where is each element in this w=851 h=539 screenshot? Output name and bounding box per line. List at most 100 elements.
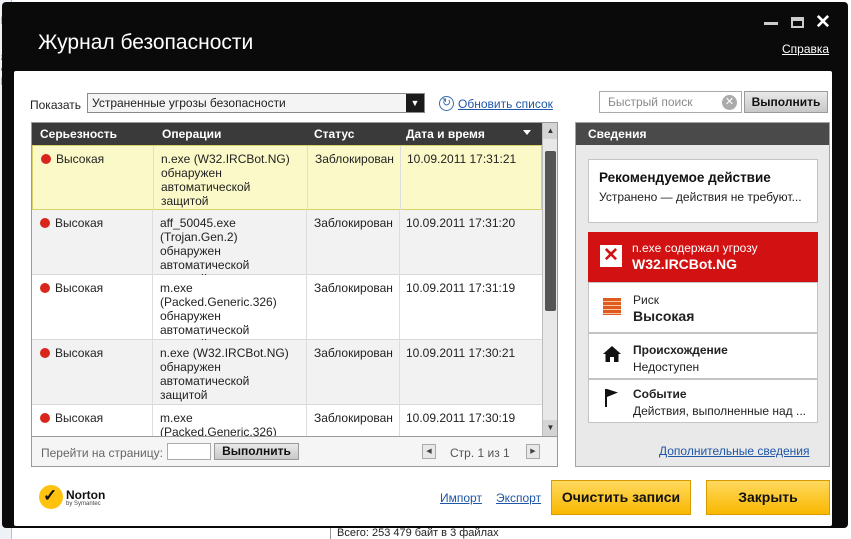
window-title: Журнал безопасности — [38, 31, 254, 54]
column-status[interactable]: Статус — [314, 127, 354, 141]
risk-box: Риск Высокая — [588, 282, 818, 333]
severity-cell: Высокая — [40, 346, 152, 360]
severity-high-icon — [40, 218, 50, 228]
recommended-action-text: Устранено — действия не требуют... — [599, 190, 802, 204]
status-cell: Заблокирован — [314, 216, 393, 230]
severity-high-icon — [40, 348, 50, 358]
severity-text: Высокая — [55, 281, 104, 295]
close-icon: ✕ — [815, 12, 831, 33]
scroll-up-icon[interactable]: ▲ — [543, 123, 557, 139]
severity-text: Высокая — [56, 152, 105, 166]
severity-text: Высокая — [55, 411, 104, 425]
main-panel: Показать Устраненные угрозы безопасности… — [14, 71, 832, 526]
severity-text: Высокая — [55, 346, 104, 360]
norton-brand-sub: by Symantec — [66, 501, 101, 507]
next-page-icon[interactable]: ▶ — [526, 444, 540, 459]
event-box: Событие Действия, выполненные над ... — [588, 379, 818, 423]
help-link[interactable]: Справка — [782, 42, 829, 56]
column-divider — [306, 405, 307, 436]
datetime-cell: 10.09.2011 17:31:19 — [406, 281, 516, 295]
goto-page-button[interactable]: Выполнить — [214, 443, 299, 460]
column-divider — [306, 210, 307, 275]
datetime-cell: 10.09.2011 17:30:19 — [406, 411, 516, 425]
goto-page-input[interactable] — [167, 443, 211, 460]
origin-label: Происхождение — [633, 343, 728, 357]
table-scrollbar[interactable]: ▲ ▼ — [542, 123, 557, 436]
quick-search-input[interactable]: Быстрый поиск — [599, 91, 742, 113]
column-divider — [306, 275, 307, 340]
status-cell: Заблокирован — [314, 346, 393, 360]
column-operations[interactable]: Операции — [162, 127, 221, 141]
refresh-icon[interactable]: ↻ — [439, 96, 454, 111]
norton-brand: Norton — [66, 488, 106, 502]
threat-name: W32.IRCBot.NG — [632, 256, 737, 272]
operation-cell: m.exe (Packed.Generic.326) обнаружен авт… — [160, 411, 277, 437]
column-divider — [152, 275, 153, 340]
import-link[interactable]: Импорт — [440, 491, 482, 505]
status-cell: Заблокирован — [314, 281, 393, 295]
more-details-link[interactable]: Дополнительные сведения — [659, 444, 809, 458]
details-header: Сведения — [576, 123, 829, 145]
column-datetime[interactable]: Дата и время — [406, 127, 485, 141]
column-divider — [153, 146, 154, 211]
severity-high-icon — [40, 413, 50, 423]
datetime-cell: 10.09.2011 17:30:21 — [406, 346, 516, 360]
column-divider — [306, 340, 307, 405]
column-divider — [152, 210, 153, 275]
table-row[interactable]: Высокая aff_50045.exe (Trojan.Gen.2) обн… — [32, 210, 542, 286]
recommended-action-title: Рекомендуемое действие — [599, 170, 771, 185]
operation-cell: n.exe (W32.IRCBot.NG) обнаружен автомати… — [160, 346, 289, 402]
filter-dropdown[interactable]: Устраненные угрозы безопасности ▼ — [87, 93, 425, 113]
sort-descending-icon[interactable] — [523, 130, 531, 135]
severity-cell: Высокая — [40, 216, 152, 230]
threat-file-text: n.exe содержал угрозу — [632, 241, 758, 255]
norton-check-icon — [39, 485, 63, 509]
table-row[interactable]: Высокая n.exe (W32.IRCBot.NG) обнаружен … — [32, 340, 542, 405]
background-status-text: Всего: 253 479 байт в 3 файлах — [330, 527, 730, 539]
minimize-icon — [764, 22, 778, 25]
column-divider — [307, 146, 308, 211]
maximize-icon — [791, 17, 804, 28]
security-history-window: Журнал безопасности ✕ Справка Показать У… — [2, 2, 848, 528]
severity-cell: Высокая — [40, 411, 152, 425]
severity-high-icon — [41, 154, 51, 164]
clear-records-button[interactable]: Очистить записи — [551, 480, 691, 515]
severity-high-icon — [40, 283, 50, 293]
table-row[interactable]: Высокая m.exe (Packed.Generic.326) обнар… — [32, 405, 542, 437]
threat-x-icon: ✕ — [600, 245, 622, 267]
close-window-button[interactable]: ✕ — [815, 12, 831, 33]
scroll-thumb[interactable] — [545, 151, 556, 311]
page-info: Стр. 1 из 1 — [450, 446, 510, 460]
table-header: Серьезность Операции Статус Дата и время — [32, 123, 542, 145]
status-cell: Заблокирован — [314, 411, 393, 425]
severity-text: Высокая — [55, 216, 104, 230]
goto-page-label: Перейти на страницу: — [41, 446, 163, 460]
maximize-button[interactable] — [791, 14, 804, 28]
datetime-cell: 10.09.2011 17:31:20 — [406, 216, 516, 230]
previous-page-icon[interactable]: ◀ — [422, 444, 436, 459]
column-severity[interactable]: Серьезность — [40, 127, 117, 141]
table-rows: Высокая n.exe (W32.IRCBot.NG) обнаружен … — [32, 145, 542, 437]
search-go-button[interactable]: Выполнить — [744, 91, 828, 113]
origin-value: Недоступен — [633, 360, 700, 374]
origin-box: Происхождение Недоступен — [588, 333, 818, 379]
export-link[interactable]: Экспорт — [496, 491, 541, 505]
severity-cell: Высокая — [41, 152, 153, 166]
severity-cell: Высокая — [40, 281, 152, 295]
home-icon — [603, 346, 621, 362]
clear-search-icon[interactable]: ✕ — [722, 95, 737, 110]
filter-selected-value: Устраненные угрозы безопасности — [92, 96, 286, 110]
scroll-down-icon[interactable]: ▼ — [543, 420, 557, 436]
status-cell: Заблокирован — [315, 152, 394, 166]
minimize-button[interactable] — [764, 14, 778, 25]
table-row[interactable]: Высокая n.exe (W32.IRCBot.NG) обнаружен … — [32, 145, 542, 211]
threat-box: ✕ n.exe содержал угрозу W32.IRCBot.NG — [588, 232, 818, 282]
refresh-list-link[interactable]: Обновить список — [458, 97, 553, 111]
risk-label: Риск — [633, 293, 659, 307]
column-divider — [152, 405, 153, 436]
recommended-action-box: Рекомендуемое действие Устранено — дейст… — [588, 159, 818, 223]
table-row[interactable]: Высокая m.exe (Packed.Generic.326) обнар… — [32, 275, 542, 351]
close-button[interactable]: Закрыть — [706, 480, 830, 515]
details-pane: Сведения Рекомендуемое действие Устранен… — [575, 122, 830, 467]
operation-cell: n.exe (W32.IRCBot.NG) обнаружен автомати… — [161, 152, 290, 208]
